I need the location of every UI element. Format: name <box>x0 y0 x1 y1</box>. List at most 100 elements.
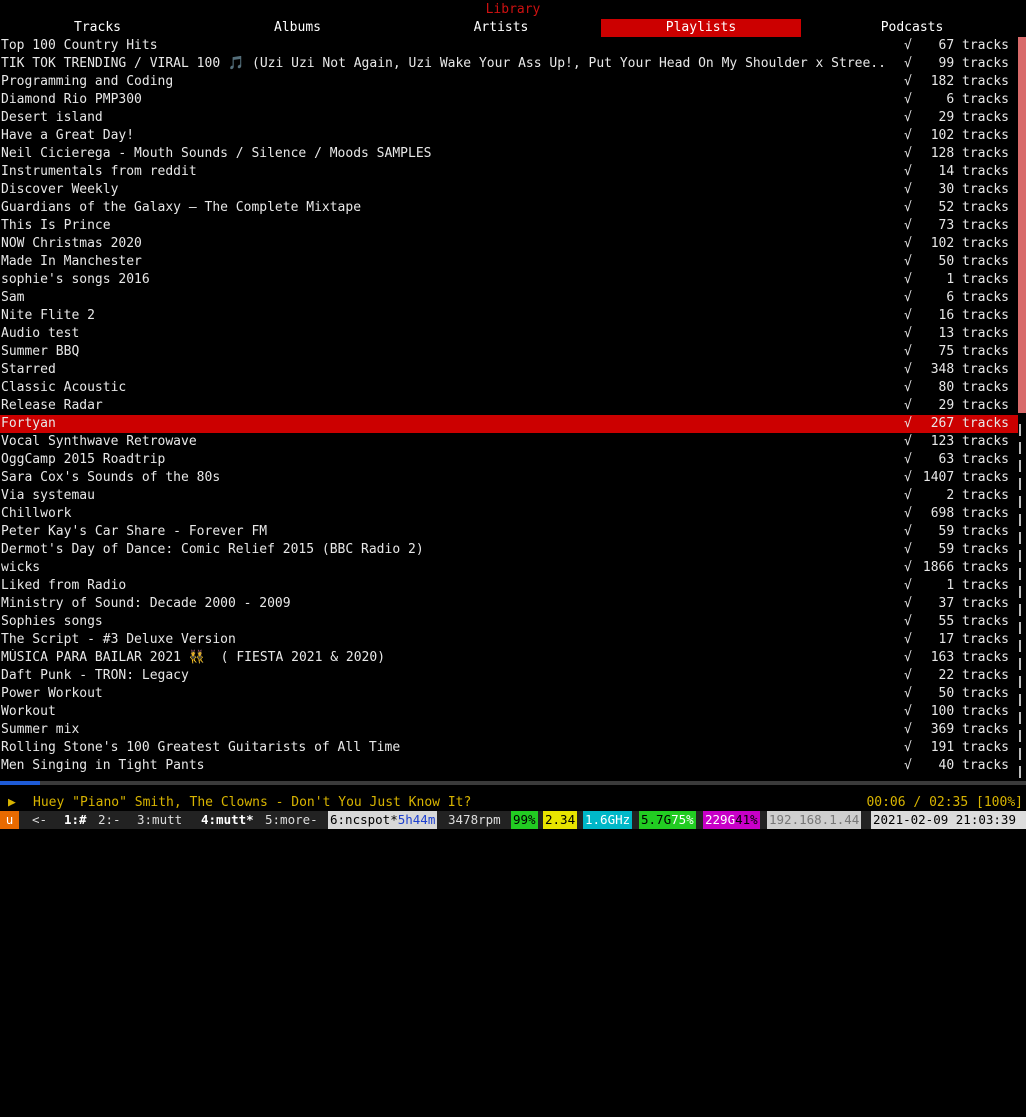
playlist-row[interactable]: Instrumentals from reddit √ 14 tracks <box>0 163 1018 181</box>
playlist-row[interactable]: Liked from Radio √ 1 tracks <box>0 577 1018 595</box>
saved-check-icon: √ <box>904 542 912 557</box>
play-icon[interactable]: ▶ <box>8 794 16 812</box>
playlist-name: Diamond Rio PMP300 <box>1 92 142 107</box>
playlist-row[interactable]: Made In Manchester √ 50 tracks <box>0 253 1018 271</box>
scrollbar-track-mark <box>1019 712 1021 724</box>
playlist-row[interactable]: Discover Weekly √ 30 tracks <box>0 181 1018 199</box>
playlist-row[interactable]: Ministry of Sound: Decade 2000 - 2009 √ 37… <box>0 595 1018 613</box>
playlist-track-count: 698 tracks <box>930 506 1009 521</box>
playlist-track-count: 102 tracks <box>930 236 1009 251</box>
saved-check-icon: √ <box>904 236 912 251</box>
saved-check-icon: √ <box>904 308 912 323</box>
saved-check-icon: √ <box>904 596 912 611</box>
playlist-name: Men Singing in Tight Pants <box>1 758 205 773</box>
playlist-row[interactable]: Desert island √ 29 tracks <box>0 109 1018 127</box>
window-4[interactable]: 4:mutt* <box>199 811 256 829</box>
window-6-ncspot[interactable]: 6:ncspot*5h44m <box>328 811 438 829</box>
playlist-row[interactable]: Starred √ 348 tracks <box>0 361 1018 379</box>
playlist-row[interactable]: NOW Christmas 2020 √ 102 tracks <box>0 235 1018 253</box>
playlist-name: Programming and Coding <box>1 74 174 89</box>
playlist-row[interactable]: This Is Prince √ 73 tracks <box>0 217 1018 235</box>
playlist-name: Workout <box>1 704 56 719</box>
scrollbar-track-mark <box>1019 478 1021 490</box>
tab-playlists[interactable]: Playlists <box>601 19 801 37</box>
playlist-row[interactable]: Neil Cicierega - Mouth Sounds / Silence … <box>0 145 1018 163</box>
playlist-row[interactable]: Summer BBQ √ 75 tracks <box>0 343 1018 361</box>
saved-check-icon: √ <box>904 452 912 467</box>
playlist-row[interactable]: Audio test √ 13 tracks <box>0 325 1018 343</box>
playlist-row[interactable]: Classic Acoustic √ 80 tracks <box>0 379 1018 397</box>
playlist-row[interactable]: The Script - #3 Deluxe Version √ 17 tracks <box>0 631 1018 649</box>
playlist-track-count: 6 tracks <box>946 92 1009 107</box>
saved-check-icon: √ <box>904 218 912 233</box>
date-time: 2021-02-09 21:03:39 <box>871 811 1026 829</box>
playlist-track-count: 1407 tracks <box>922 470 1009 485</box>
playlist-row[interactable]: Sara Cox's Sounds of the 80s √ 1407 tracks <box>0 469 1018 487</box>
playlist-track-count: 6 tracks <box>946 290 1009 305</box>
window-1[interactable]: 1:# <box>62 811 89 829</box>
tab-artists[interactable]: Artists <box>401 19 601 37</box>
playlist-name: Peter Kay's Car Share - Forever FM <box>1 524 268 539</box>
playback-progress-bar[interactable] <box>0 781 1026 785</box>
playlist-row[interactable]: Rolling Stone's 100 Greatest Guitarists … <box>0 739 1018 757</box>
playlist-row[interactable]: Chillwork √ 698 tracks <box>0 505 1018 523</box>
saved-check-icon: √ <box>904 290 912 305</box>
saved-check-icon: √ <box>904 632 912 647</box>
playlist-name: Instrumentals from reddit <box>1 164 197 179</box>
saved-check-icon: √ <box>904 380 912 395</box>
playlist-row[interactable]: Dermot's Day of Dance: Comic Relief 2015… <box>0 541 1018 559</box>
playlist-row[interactable]: Peter Kay's Car Share - Forever FM √ 59 tr… <box>0 523 1018 541</box>
playlist-row[interactable]: Guardians of the Galaxy – The Complete M… <box>0 199 1018 217</box>
playlist-row[interactable]: Daft Punk - TRON: Legacy √ 22 tracks <box>0 667 1018 685</box>
playlist-name: Classic Acoustic <box>1 380 127 395</box>
tab-tracks[interactable]: Tracks <box>0 19 195 37</box>
playlist-row[interactable]: wicks √ 1866 tracks <box>0 559 1018 577</box>
playlist-row[interactable]: Summer mix √ 369 tracks <box>0 721 1018 739</box>
playlist-row[interactable]: Via systemau √ 2 tracks <box>0 487 1018 505</box>
playlist-name: Liked from Radio <box>1 578 127 593</box>
tab-albums[interactable]: Albums <box>199 19 396 37</box>
playlist-track-count: 29 tracks <box>938 110 1009 125</box>
saved-check-icon: √ <box>904 488 912 503</box>
playlist-row[interactable]: Sam √ 6 tracks <box>0 289 1018 307</box>
playlist-row[interactable]: OggCamp 2015 Roadtrip √ 63 tracks <box>0 451 1018 469</box>
scrollbar-track-mark <box>1019 496 1021 508</box>
back-indicator: <- <box>32 812 48 827</box>
playlist-row[interactable]: Workout √ 100 tracks <box>0 703 1018 721</box>
playlist-row[interactable]: Men Singing in Tight Pants √ 40 tracks <box>0 757 1018 775</box>
playlist-row[interactable]: Diamond Rio PMP300 √ 6 tracks <box>0 91 1018 109</box>
scrollbar[interactable] <box>1016 37 1026 778</box>
scrollbar-track-mark <box>1019 730 1021 742</box>
playlist-track-count: 63 tracks <box>938 452 1009 467</box>
scrollbar-track-mark <box>1019 568 1021 580</box>
ip-address: 192.168.1.44 <box>767 811 862 829</box>
playlist-row[interactable]: Top 100 Country Hits √ 67 tracks <box>0 37 1018 55</box>
playlist-row[interactable]: Nite Flite 2 √ 16 tracks <box>0 307 1018 325</box>
window-3[interactable]: 3:mutt <box>135 811 184 829</box>
saved-check-icon: √ <box>904 110 912 125</box>
window-5[interactable]: 5:more- <box>263 811 320 829</box>
playlist-row[interactable]: Power Workout √ 50 tracks <box>0 685 1018 703</box>
playlist-track-count: 13 tracks <box>938 326 1009 341</box>
playlist-row[interactable]: Sophies songs √ 55 tracks <box>0 613 1018 631</box>
playlist-row[interactable]: MÚSICA PARA BAILAR 2021 👯 ( FIESTA 2021 … <box>0 649 1018 667</box>
playlist-track-count: 59 tracks <box>938 542 1009 557</box>
playlist-row[interactable]: Have a Great Day! √ 102 tracks <box>0 127 1018 145</box>
playlist-row[interactable]: Release Radar √ 29 tracks <box>0 397 1018 415</box>
window-2[interactable]: 2:- <box>96 811 123 829</box>
playlist-track-count: 267 tracks <box>930 416 1009 431</box>
playlist-row[interactable]: Vocal Synthwave Retrowave √ 123 tracks <box>0 433 1018 451</box>
tab-podcasts[interactable]: Podcasts <box>812 19 1012 37</box>
playlist-track-count: 191 tracks <box>930 740 1009 755</box>
playlist-track-count: 1 tracks <box>946 578 1009 593</box>
playlist-name: Dermot's Day of Dance: Comic Relief 2015… <box>1 542 424 557</box>
playlist-row[interactable]: TIK TOK TRENDING / VIRAL 100 🎵 (Uzi Uzi … <box>0 55 1018 73</box>
playlist-track-count: 99 tracks <box>938 56 1009 71</box>
playlist-track-count: 348 tracks <box>930 362 1009 377</box>
playlist-row[interactable]: Programming and Coding √ 182 tracks <box>0 73 1018 91</box>
playlist-track-count: 1866 tracks <box>922 560 1009 575</box>
playlist-track-count: 59 tracks <box>938 524 1009 539</box>
playlist-row[interactable]: Fortyan √ 267 tracks <box>0 415 1018 433</box>
playlist-row[interactable]: sophie's songs 2016 √ 1 tracks <box>0 271 1018 289</box>
scrollbar-thumb[interactable] <box>1018 37 1026 413</box>
